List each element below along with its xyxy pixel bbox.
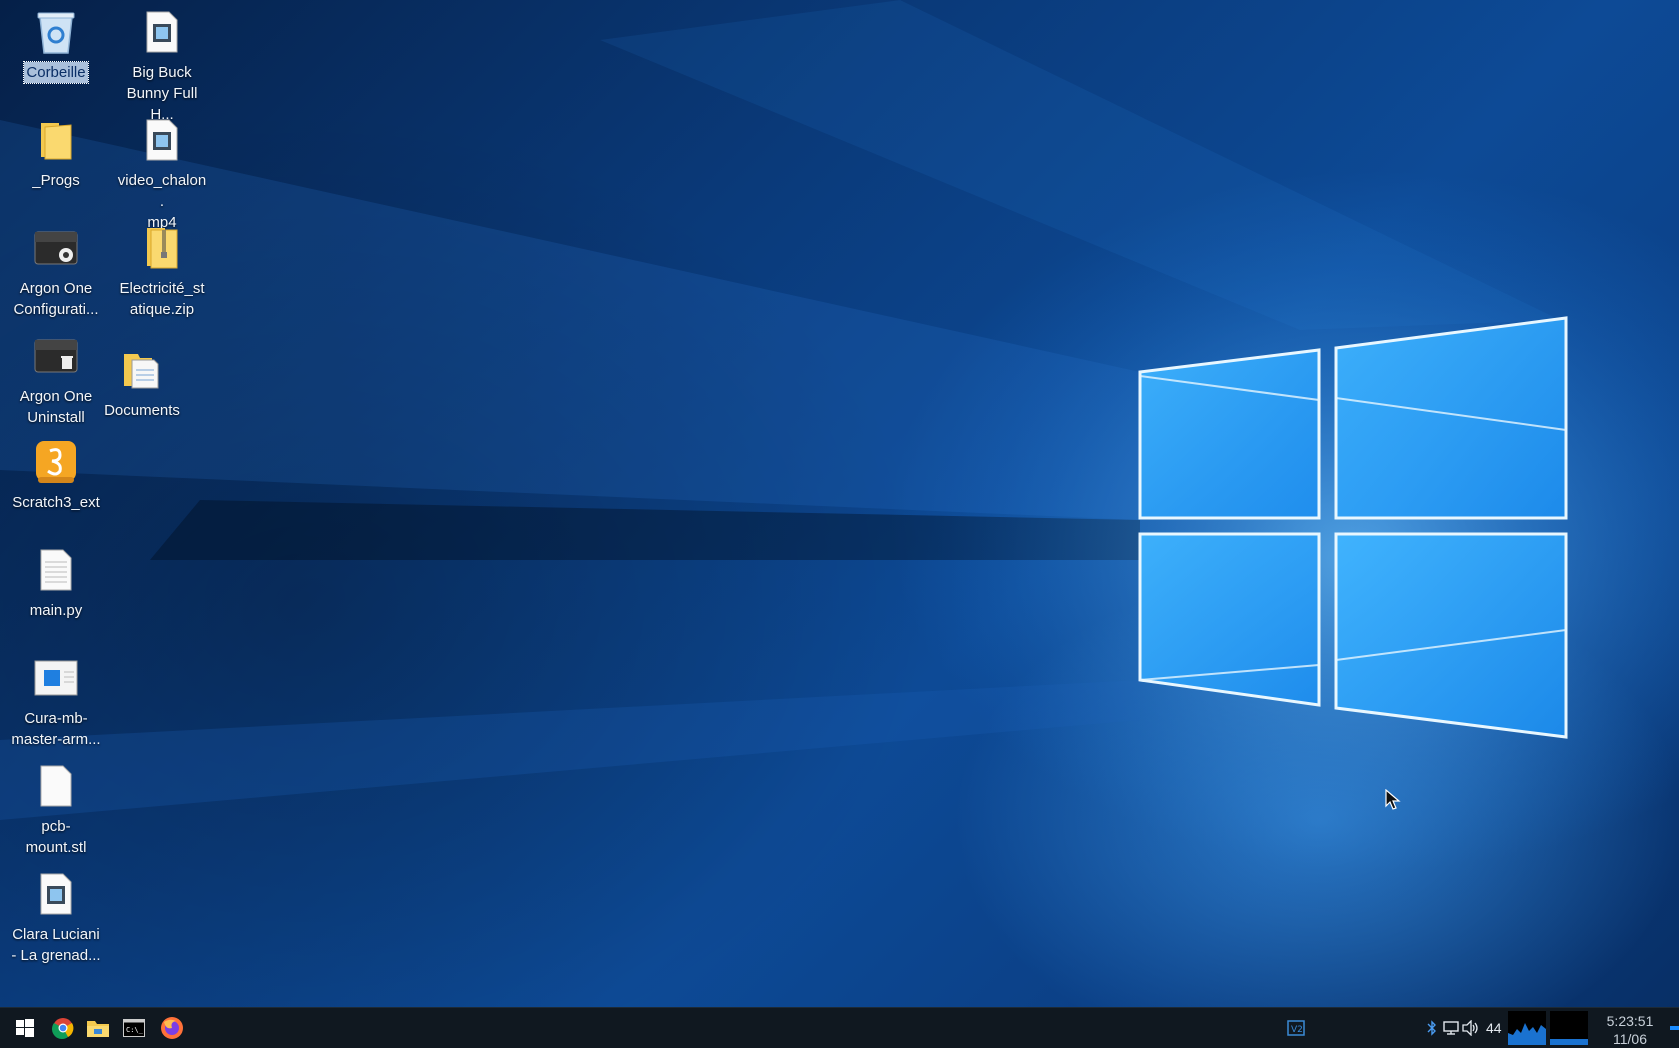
icon-label: main.py [29, 602, 83, 619]
desktop-icon-electricite-zip[interactable]: Electricité_st atique.zip [114, 224, 210, 320]
volume-level: 44 [1486, 1020, 1502, 1036]
terminal-icon: C:\_ [123, 1019, 145, 1037]
windows-wallpaper [0, 0, 1679, 920]
video-file-icon [138, 8, 186, 56]
recycle-bin-icon [32, 8, 80, 56]
chrome-icon [52, 1018, 74, 1039]
icon-label: Documents [104, 402, 180, 419]
icon-label: Cura-mb- master-arm... [11, 710, 101, 748]
desktop-icon-big-buck-bunny[interactable]: Big Buck Bunny Full H... [114, 8, 210, 125]
video-file-icon [32, 870, 80, 918]
bluetooth-tray-button[interactable] [1425, 1012, 1439, 1044]
icon-label: Clara Luciani - La grenad... [11, 926, 101, 964]
volume-icon [1462, 1020, 1478, 1036]
icon-label: Corbeille [23, 61, 89, 84]
memory-monitor[interactable] [1550, 1011, 1588, 1045]
icon-label: _Progs [32, 172, 80, 189]
network-icon [1443, 1021, 1459, 1035]
start-button[interactable] [9, 1012, 41, 1044]
desktop-icon-progs-folder[interactable]: _Progs [8, 116, 104, 191]
icon-label: Scratch3_ext [12, 494, 100, 511]
folder-icon [32, 116, 80, 164]
terminal-button[interactable]: C:\_ [118, 1012, 150, 1044]
desktop-icon-scratch3[interactable]: Scratch3_ext [8, 438, 104, 513]
desktop-icon-cura[interactable]: Cura-mb- master-arm... [8, 654, 104, 750]
icon-label: Electricité_st atique.zip [119, 280, 205, 318]
bluetooth-icon [1427, 1020, 1436, 1036]
firefox-icon [161, 1017, 183, 1039]
icon-label: pcb- mount.stl [25, 818, 87, 856]
vnc-icon: V2 [1287, 1020, 1305, 1036]
desktop-icon-video-chalon[interactable]: video_chalon. mp4 [114, 116, 210, 233]
cpu-monitor-icon [1508, 1023, 1546, 1045]
scratch-icon [32, 438, 80, 486]
vnc-tray-button[interactable]: V2 [1280, 1012, 1312, 1044]
taskbar: C:\_ V2 44 5:23:51 11/06 [0, 1007, 1679, 1048]
svg-text:C:\_: C:\_ [126, 1026, 144, 1034]
file-manager-button[interactable] [82, 1012, 114, 1044]
video-file-icon [138, 116, 186, 164]
clock[interactable]: 5:23:51 11/06 [1590, 1012, 1670, 1048]
zip-folder-icon [138, 224, 186, 272]
desktop-icon-documents[interactable]: Documents [94, 346, 190, 421]
text-file-icon [32, 546, 80, 594]
argon-config-icon [32, 224, 80, 272]
network-tray-button[interactable] [1441, 1012, 1461, 1044]
cura-app-icon [32, 654, 80, 702]
desktop-icon-pcb-mount[interactable]: pcb- mount.stl [8, 762, 104, 858]
desktop[interactable]: Corbeille _Progs Argon One Configurati..… [0, 0, 1679, 1007]
svg-text:V2: V2 [1291, 1025, 1303, 1035]
desktop-icon-argon-uninstall[interactable]: Argon One Uninstall [8, 332, 104, 428]
desktop-icon-corbeille[interactable]: Corbeille [8, 8, 104, 84]
firefox-button[interactable] [156, 1012, 188, 1044]
icon-label: Argon One Configurati... [13, 280, 99, 318]
memory-monitor-icon [1550, 1039, 1588, 1045]
clock-date: 11/06 [1613, 1031, 1647, 1047]
desktop-icon-clara-luciani[interactable]: Clara Luciani - La grenad... [8, 870, 104, 966]
clock-time: 5:23:51 [1606, 1013, 1654, 1029]
icon-label: Argon One Uninstall [19, 388, 93, 426]
argon-uninstall-icon [32, 332, 80, 380]
mouse-cursor-icon [1385, 789, 1401, 810]
documents-folder-icon [118, 346, 166, 394]
desktop-icon-main-py[interactable]: main.py [8, 546, 104, 621]
blank-file-icon [32, 762, 80, 810]
volume-tray-button[interactable] [1461, 1012, 1481, 1044]
cpu-monitor[interactable] [1508, 1011, 1546, 1045]
chrome-button[interactable] [47, 1012, 79, 1044]
file-manager-icon [87, 1021, 109, 1037]
show-desktop-button[interactable] [1670, 1026, 1679, 1030]
windows-start-icon [16, 1019, 34, 1037]
desktop-icon-argon-config[interactable]: Argon One Configurati... [8, 224, 104, 320]
